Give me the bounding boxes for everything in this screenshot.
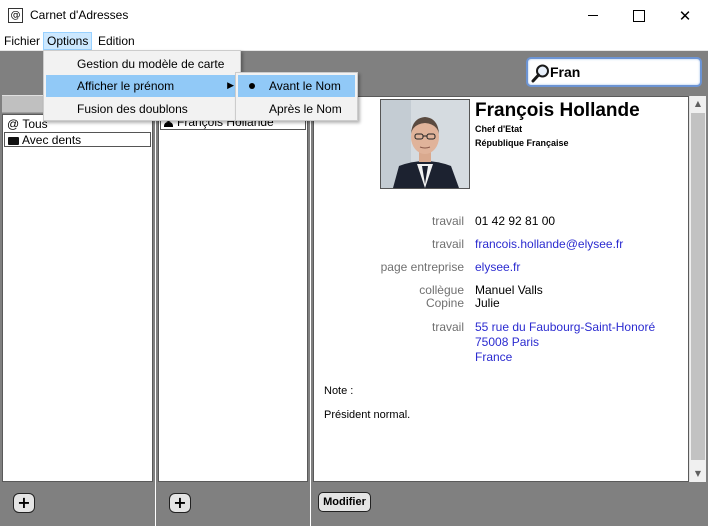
modify-button[interactable]: Modifier xyxy=(318,492,371,512)
groups-list: @ Tous Avec dents xyxy=(2,114,153,482)
menu-item-afficher-prenom[interactable]: Afficher le prénom ▶ xyxy=(46,75,238,97)
field-label-phone: travail xyxy=(431,214,464,228)
contact-job-title: Chef d'Etat xyxy=(475,124,523,134)
menu-edition[interactable]: Edition xyxy=(95,32,138,50)
search-input[interactable]: Fran xyxy=(526,57,702,87)
note-text: Président normal. xyxy=(324,409,411,421)
scroll-up-arrow-icon[interactable]: ▲ xyxy=(690,96,706,112)
field-value-phone[interactable]: 01 42 92 81 00 xyxy=(475,214,555,228)
close-button[interactable]: ✕ xyxy=(662,0,708,31)
contacts-panel: François Hollande + xyxy=(156,93,310,526)
minimize-button[interactable] xyxy=(570,0,616,31)
menu-item-gestion-modele[interactable]: Gestion du modèle de carte xyxy=(46,53,238,75)
menu-fichier[interactable]: Fichier xyxy=(1,32,43,50)
submenu-item-label: Avant le Nom xyxy=(269,79,341,93)
afficher-prenom-submenu: Avant le Nom Après le Nom xyxy=(235,72,358,121)
magnifier-icon xyxy=(531,64,549,83)
menu-bar: Fichier Options Edition xyxy=(0,31,708,51)
folder-icon xyxy=(8,137,19,145)
contact-card: François Hollande Chef d'Etat République… xyxy=(313,96,689,482)
add-group-button[interactable]: + xyxy=(13,493,35,513)
menu-item-fusion-doublons[interactable]: Fusion des doublons xyxy=(46,98,238,120)
menu-options[interactable]: Options xyxy=(43,32,93,50)
app-icon: @ xyxy=(8,8,23,23)
submenu-item-apres-nom[interactable]: Après le Nom xyxy=(238,98,355,120)
field-value-colleague[interactable]: Manuel Valls xyxy=(475,283,543,297)
field-label-website: page entreprise xyxy=(380,260,464,274)
submenu-item-avant-nom[interactable]: Avant le Nom xyxy=(238,75,355,97)
group-label: Avec dents xyxy=(22,133,82,147)
menu-item-label: Afficher le prénom xyxy=(77,79,175,93)
portrait-image xyxy=(381,100,469,188)
contact-name: François Hollande xyxy=(475,100,640,121)
note-label: Note : xyxy=(324,385,354,397)
field-label-email: travail xyxy=(431,237,464,251)
address-street: 55 rue du Faubourg-Saint-Honoré xyxy=(475,320,656,334)
card-scrollbar[interactable]: ▲ ▼ xyxy=(689,96,706,482)
chevron-right-icon: ▶ xyxy=(227,81,234,91)
scroll-down-arrow-icon[interactable]: ▼ xyxy=(690,466,706,482)
groups-panel: @ Tous Avec dents + xyxy=(0,93,155,526)
field-label-copine: Copine xyxy=(425,296,464,310)
address-country: France xyxy=(475,350,513,364)
contact-organization: République Française xyxy=(475,138,569,148)
options-dropdown: Gestion du modèle de carte Afficher le p… xyxy=(43,50,241,121)
group-item-avec-dents[interactable]: Avec dents xyxy=(4,132,151,147)
contacts-list: François Hollande xyxy=(158,114,308,482)
contact-photo xyxy=(380,99,470,189)
radio-selected-icon xyxy=(249,83,255,89)
title-bar: @ Carnet d'Adresses ✕ xyxy=(0,0,708,31)
field-value-website[interactable]: elysee.fr xyxy=(475,260,520,274)
card-footer: Modifier xyxy=(311,482,708,526)
groups-footer: + xyxy=(0,482,155,526)
field-value-address[interactable]: 55 rue du Faubourg-Saint-Honoré 75008 Pa… xyxy=(475,320,655,364)
field-label-colleague: collègue xyxy=(419,283,464,297)
at-icon: @ xyxy=(7,117,20,131)
address-city: 75008 Paris xyxy=(475,335,540,349)
maximize-button[interactable] xyxy=(616,0,662,31)
contacts-footer: + xyxy=(156,482,310,526)
field-label-address: travail xyxy=(431,320,464,334)
card-panel: François Hollande Chef d'Etat République… xyxy=(311,93,708,526)
field-value-copine[interactable]: Julie xyxy=(475,296,500,310)
add-contact-button[interactable]: + xyxy=(169,493,191,513)
search-value: Fran xyxy=(550,64,581,80)
scroll-thumb[interactable] xyxy=(691,113,705,460)
window-title: Carnet d'Adresses xyxy=(30,8,129,22)
field-value-email[interactable]: francois.hollande@elysee.fr xyxy=(475,237,623,251)
